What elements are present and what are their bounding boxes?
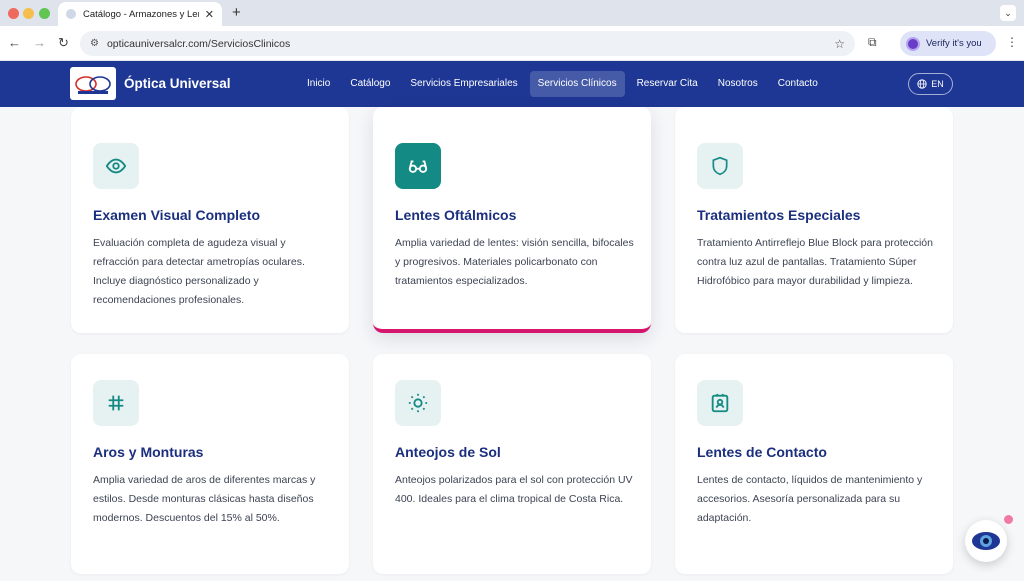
site-info-icon[interactable]: ⚙ [90,38,99,49]
service-card[interactable]: Lentes Oftálmicos Amplia variedad de len… [373,107,651,333]
nav-servicios-empresariales[interactable]: Servicios Empresariales [402,71,525,97]
glasses-icon [395,143,441,189]
browser-tab-bar: Catálogo - Armazones y Lent ✕ + ⌄ [0,0,1024,26]
sun-icon [395,380,441,426]
site-logo[interactable] [70,67,116,100]
contact-lens-icon [697,380,743,426]
service-card[interactable]: Anteojos de Sol Anteojos polarizados par… [373,354,651,574]
avatar [906,36,920,51]
service-card[interactable]: Lentes de Contacto Lentes de contacto, l… [675,354,953,574]
service-title: Tratamientos Especiales [697,207,861,223]
service-description: Amplia variedad de lentes: visión sencil… [395,237,634,287]
browser-toolbar: ← → ↻ ⚙ opticauniversalcr.com/ServiciosC… [0,26,1024,61]
close-window-button[interactable] [8,8,19,19]
service-title: Aros y Monturas [93,444,204,460]
service-card[interactable]: Tratamientos Especiales Tratamiento Anti… [675,107,953,333]
service-description: Evaluación completa de agudeza visual y … [93,237,305,306]
eye-bot-icon [972,532,1000,550]
nav-servicios-clinicos[interactable]: Servicios Clínicos [529,71,625,97]
language-label: EN [931,79,944,89]
nav-reservar-cita[interactable]: Reservar Cita [629,71,706,97]
services-grid: Examen Visual Completo Evaluación comple… [0,107,1024,581]
notification-dot [1004,515,1013,524]
bookmark-star-icon[interactable]: ☆ [834,37,845,51]
service-description: Amplia variedad de aros de diferentes ma… [93,474,316,524]
nav-catalogo[interactable]: Catálogo [342,71,398,97]
new-tab-icon[interactable]: + [232,4,241,21]
chatbot-button[interactable] [965,520,1007,562]
service-title: Anteojos de Sol [395,444,501,460]
profile-label: Verify it's you [926,38,982,49]
back-icon[interactable]: ← [8,35,21,50]
nav-nosotros[interactable]: Nosotros [710,71,766,97]
service-description: Tratamiento Antirreflejo Blue Block para… [697,237,933,287]
language-toggle[interactable]: EN [908,73,953,95]
main-nav: Inicio Catálogo Servicios Empresariales … [299,71,826,97]
shield-icon [697,143,743,189]
browser-tab-active[interactable]: Catálogo - Armazones y Lent ✕ [58,2,222,26]
extensions-icon[interactable]: ⧉ [868,35,877,50]
service-description: Anteojos polarizados para el sol con pro… [395,474,633,505]
brand-name[interactable]: Óptica Universal [124,76,231,91]
url-text: opticauniversalcr.com/ServiciosClinicos [106,37,291,50]
service-description: Lentes de contacto, líquidos de mantenim… [697,474,923,524]
globe-icon [917,79,927,89]
service-title: Lentes de Contacto [697,444,827,460]
nav-contacto[interactable]: Contacto [770,71,826,97]
tab-title: Catálogo - Armazones y Lent [83,8,199,20]
eye-icon [93,143,139,189]
site-header: Óptica Universal Inicio Catálogo Servici… [0,61,1024,107]
maximize-window-button[interactable] [39,8,50,19]
service-title: Examen Visual Completo [93,207,261,223]
minimize-window-button[interactable] [23,8,34,19]
tab-search-icon[interactable]: ⌄ [1000,5,1016,21]
frame-icon [93,380,139,426]
address-bar[interactable]: ⚙ opticauniversalcr.com/ServiciosClinico… [80,31,855,56]
reload-icon[interactable]: ↻ [58,35,69,51]
service-title: Lentes Oftálmicos [395,207,517,223]
close-tab-icon[interactable]: ✕ [205,8,214,21]
service-card[interactable]: Aros y Monturas Amplia variedad de aros … [71,354,349,574]
nav-inicio[interactable]: Inicio [299,71,338,97]
forward-icon[interactable]: → [33,35,46,50]
browser-menu-icon[interactable]: ⋮ [1006,35,1018,49]
favicon-icon [66,9,76,19]
service-card[interactable]: Examen Visual Completo Evaluación comple… [71,107,349,333]
profile-button[interactable]: Verify it's you [900,31,996,56]
